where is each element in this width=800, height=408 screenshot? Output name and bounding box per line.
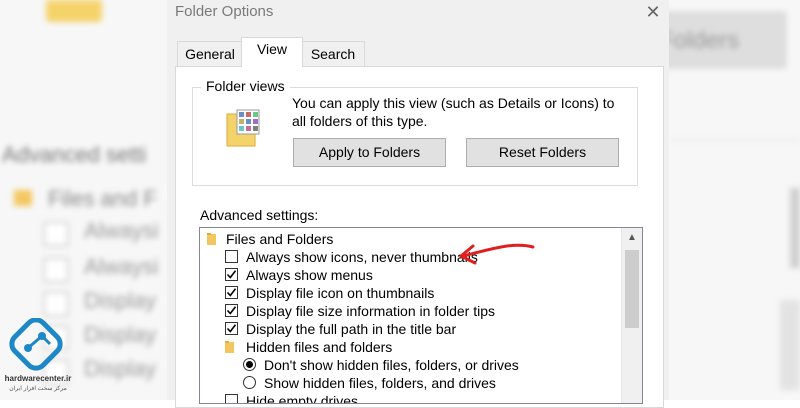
bg-advanced-heading: Advanced setti	[2, 142, 147, 167]
logo-tagline: مرکز سخت افزار ایران	[9, 386, 67, 392]
folder-icon	[207, 233, 216, 245]
radio[interactable]	[243, 376, 256, 389]
bg-row: Alwaysi	[44, 254, 184, 282]
hardwarecenter-logo: hardwarecenter.ir مرکز سخت افزار ایران	[2, 317, 72, 400]
scrollbar-thumb[interactable]	[625, 250, 639, 328]
logo-mark-icon	[9, 317, 63, 371]
checkbox-checked[interactable]	[225, 268, 238, 281]
folder-icon	[225, 341, 234, 353]
advanced-settings-tree[interactable]: Files and Folders Always show icons, nev…	[199, 227, 643, 404]
folder-views-description: You can apply this view (such as Details…	[292, 95, 615, 129]
divider	[670, 140, 800, 141]
folder-icon	[14, 190, 32, 206]
reset-folders-button[interactable]: Reset Folders	[466, 138, 619, 167]
folder-icon	[46, 0, 102, 22]
tree-scrollbar[interactable]: ▲	[621, 228, 642, 403]
radio-selected[interactable]	[243, 358, 256, 371]
bg-row: Display	[44, 288, 184, 316]
red-arrow-icon	[459, 243, 535, 265]
tab-general[interactable]: General	[177, 41, 243, 66]
bg-scrollbar	[790, 188, 800, 268]
advanced-settings-label: Advanced settings:	[200, 207, 319, 223]
folder-views-label: Folder views	[201, 78, 290, 94]
tab-view[interactable]: View	[241, 37, 303, 67]
bg-row: Alwaysi	[44, 218, 184, 246]
chevron-up-icon[interactable]: ▲	[622, 228, 642, 248]
bg-scrollbar-track	[780, 300, 800, 390]
checkbox-checked[interactable]	[225, 304, 238, 317]
folder-views-icon	[226, 109, 260, 147]
folder-options-dialog: Folder Options ✕ General View Search Fol…	[167, 0, 669, 408]
checkbox-checked[interactable]	[225, 322, 238, 335]
close-icon[interactable]: ✕	[642, 2, 664, 22]
checkbox-checked[interactable]	[225, 286, 238, 299]
bg-files-and-folders: Files and F	[12, 184, 162, 212]
tab-search[interactable]: Search	[301, 41, 365, 66]
checkbox[interactable]	[225, 250, 238, 263]
dialog-title: Folder Options	[175, 3, 274, 20]
checkbox[interactable]	[225, 394, 238, 403]
logo-brand: hardwarecenter.ir	[4, 374, 72, 383]
apply-to-folders-button[interactable]: Apply to Folders	[293, 138, 446, 167]
